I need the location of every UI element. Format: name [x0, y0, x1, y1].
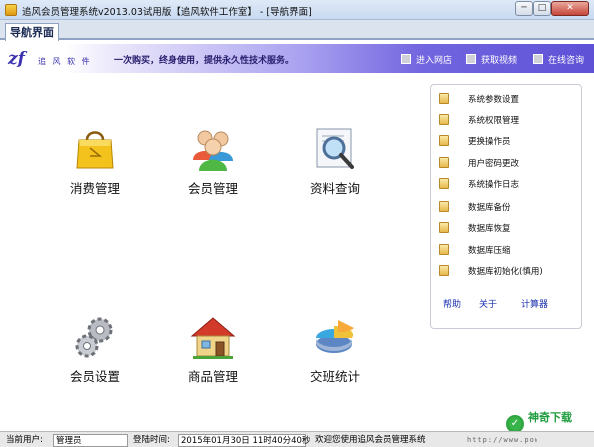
- link-checkbox-icon: [533, 54, 543, 64]
- link-label: 在线咨询: [548, 56, 585, 66]
- get-video-link[interactable]: 获取视频: [466, 53, 518, 66]
- system-menu-panel: 系统参数设置 系统权限管理 更换操作员 用户密码更改 系统操作日志 数据库备份 …: [430, 84, 582, 329]
- menu-item-label: 数据库备份: [468, 203, 511, 213]
- folder-icon: [439, 114, 449, 125]
- magnifier-icon: [316, 128, 354, 169]
- db-backup-item[interactable]: 数据库备份: [439, 200, 579, 214]
- folder-icon: [439, 201, 449, 212]
- menu-item-label: 更换操作员: [468, 137, 511, 147]
- member-management-button[interactable]: 会员管理: [168, 126, 258, 206]
- consume-management-button[interactable]: 消费管理: [50, 126, 140, 206]
- gears-icon: [75, 317, 113, 358]
- module-label: 资料查询: [309, 181, 360, 196]
- title-bar: 追风会员管理系统v2013.03试用版【追风软件工作室】 - [导航界面] ─ …: [0, 0, 594, 20]
- members-icon: [193, 130, 233, 171]
- link-checkbox-icon: [401, 54, 411, 64]
- change-password-item[interactable]: 用户密码更改: [439, 156, 579, 170]
- operation-log-item[interactable]: 系统操作日志: [439, 177, 579, 191]
- module-label: 会员管理: [187, 181, 238, 196]
- member-settings-button[interactable]: 会员设置: [50, 314, 140, 394]
- permission-management-item[interactable]: 系统权限管理: [439, 113, 579, 127]
- folder-icon: [439, 222, 449, 233]
- shift-statistics-button[interactable]: 交班统计: [290, 314, 380, 394]
- folder-icon: [439, 265, 449, 276]
- module-label: 会员设置: [69, 369, 120, 384]
- enter-shop-link[interactable]: 进入网店: [401, 53, 453, 66]
- brand-logo: zf: [8, 49, 25, 69]
- about-link[interactable]: 关于: [479, 297, 497, 310]
- module-label: 商品管理: [187, 369, 238, 384]
- menu-item-label: 系统操作日志: [468, 180, 520, 190]
- window-title: 追风会员管理系统v2013.03试用版【追风软件工作室】 - [导航界面]: [22, 7, 312, 18]
- link-label: 获取视频: [481, 56, 518, 66]
- minimize-button[interactable]: ─: [515, 1, 533, 16]
- welcome-text: 欢迎您使用追风会员管理系统: [315, 435, 426, 445]
- menu-item-label: 数据库压缩: [468, 246, 511, 256]
- watermark-text: 神奇下载: [528, 411, 572, 424]
- change-operator-item[interactable]: 更换操作员: [439, 134, 579, 148]
- current-user-value: 管理员: [53, 434, 128, 447]
- maximize-button[interactable]: □: [533, 1, 551, 16]
- login-time-value: 2015年01月30日 11时40分40秒: [178, 434, 310, 447]
- menu-item-label: 用户密码更改: [468, 159, 520, 169]
- folder-icon: [439, 93, 449, 104]
- folder-icon: [439, 178, 449, 189]
- shopping-bag-icon: [76, 131, 114, 169]
- app-icon: [5, 4, 17, 16]
- website-url[interactable]: http://www.powerzf: [467, 434, 537, 447]
- login-time-label: 登陆时间:: [133, 435, 170, 445]
- calculator-link[interactable]: 计算器: [521, 297, 548, 310]
- system-params-item[interactable]: 系统参数设置: [439, 92, 579, 106]
- close-button[interactable]: ✕: [551, 1, 589, 16]
- help-link[interactable]: 帮助: [443, 297, 461, 310]
- pie-chart-icon: [316, 320, 354, 353]
- watermark: ✓ 神奇下载: [506, 409, 592, 433]
- menu-item-label: 数据库恢复: [468, 224, 511, 234]
- status-bar: 当前用户: 管理员 登陆时间: 2015年01月30日 11时40分40秒 欢迎…: [0, 431, 594, 447]
- db-restore-item[interactable]: 数据库恢复: [439, 221, 579, 235]
- folder-icon: [439, 157, 449, 168]
- menu-item-label: 系统参数设置: [468, 95, 520, 105]
- link-label: 进入网店: [416, 56, 453, 66]
- folder-icon: [439, 135, 449, 146]
- online-consult-link[interactable]: 在线咨询: [533, 53, 585, 66]
- brand-name: 追 风 软 件: [38, 57, 92, 66]
- menu-item-label: 系统权限管理: [468, 116, 520, 126]
- banner: zf 追 风 软 件 一次购买，终身使用，提供永久性技术服务。 进入网店 获取视…: [0, 44, 594, 73]
- menu-item-label: 数据库初始化(慎用): [468, 267, 543, 277]
- data-query-button[interactable]: 资料查询: [290, 126, 380, 206]
- current-user-label: 当前用户:: [6, 435, 43, 445]
- module-label: 消费管理: [69, 181, 120, 196]
- tab-navigation[interactable]: 导航界面: [5, 23, 59, 41]
- module-label: 交班统计: [309, 369, 360, 384]
- db-compress-item[interactable]: 数据库压缩: [439, 243, 579, 257]
- folder-icon: [439, 244, 449, 255]
- db-initialize-item[interactable]: 数据库初始化(慎用): [439, 264, 579, 278]
- house-icon: [190, 317, 236, 359]
- goods-management-button[interactable]: 商品管理: [168, 314, 258, 394]
- tab-bar: 导航界面: [0, 20, 594, 41]
- link-checkbox-icon: [466, 54, 476, 64]
- slogan: 一次购买，终身使用，提供永久性技术服务。: [114, 56, 295, 66]
